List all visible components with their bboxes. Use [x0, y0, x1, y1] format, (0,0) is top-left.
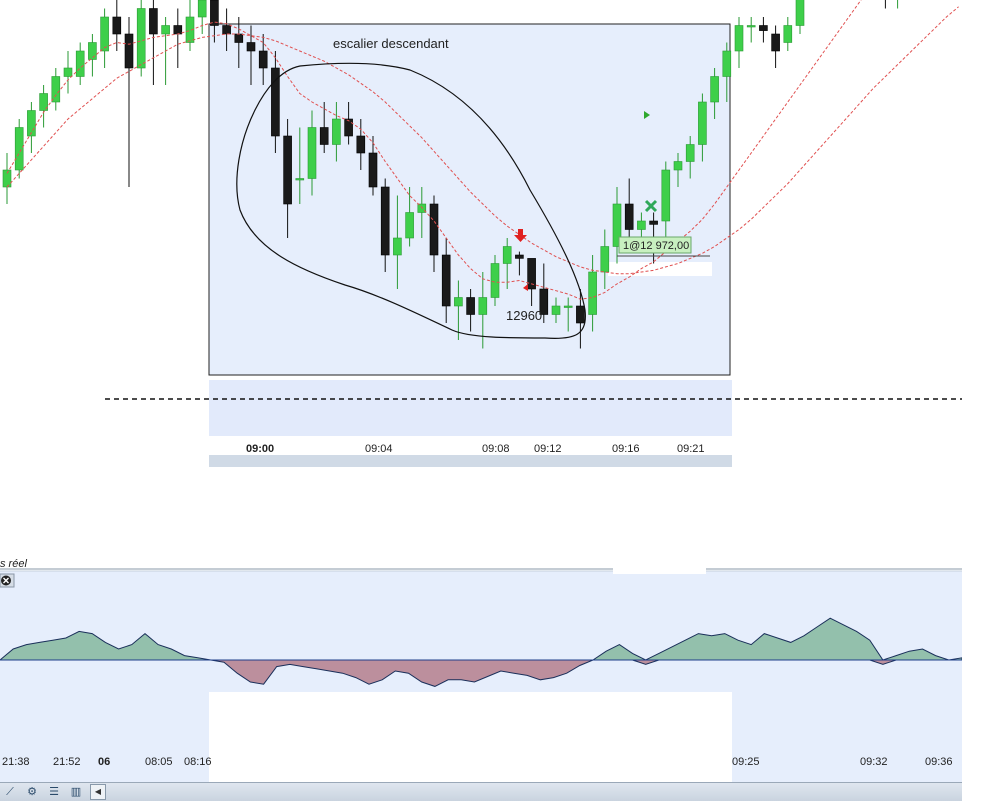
candle-bullish: [661, 169, 671, 222]
bottom-axis-tick-label: 09:25: [732, 756, 760, 768]
candle-bullish: [685, 144, 695, 162]
candle-bullish: [673, 161, 683, 171]
chart-canvas: escalier descendant 12960 1@12 972,00 09…: [0, 0, 963, 782]
candle-bullish: [88, 42, 97, 60]
annotation-price-label: 12960: [506, 308, 542, 323]
candle-bullish: [295, 178, 305, 181]
top-axis-tick-label: 09:04: [365, 443, 393, 455]
settings-icon[interactable]: ⚙: [24, 785, 40, 799]
bottom-axis-tick-label: 09:32: [860, 756, 888, 768]
chart-toolbar: ⟋ ⚙ ☰ ▥ ◀: [0, 782, 964, 801]
candle-bearish: [112, 16, 122, 35]
candle-bearish: [515, 254, 524, 259]
panel-lower-band: [209, 380, 732, 436]
bottom-axis-tick-label: 08:16: [184, 756, 212, 768]
candle-bullish: [393, 237, 402, 256]
candle-bullish: [332, 118, 341, 145]
candle-bearish: [234, 33, 244, 43]
candle-bullish: [502, 246, 512, 264]
candle-bullish: [63, 67, 73, 77]
bars-icon[interactable]: ▥: [68, 785, 84, 799]
bottom-axis-tick-label: 21:38: [2, 756, 30, 768]
candle-bullish: [454, 297, 463, 307]
candle-bullish: [136, 8, 146, 69]
order-tag-label: 1@12 972,00: [623, 240, 689, 252]
candle-bearish: [173, 25, 183, 35]
top-axis-tick-label: 09:12: [534, 443, 562, 455]
candle-bullish: [551, 305, 561, 315]
line-tool-icon[interactable]: ⟋: [2, 785, 18, 799]
candle-bullish: [734, 25, 744, 52]
candle-bullish: [14, 127, 24, 171]
candle-bearish: [649, 220, 658, 225]
candle-bearish: [344, 118, 353, 137]
candle-bearish: [283, 135, 292, 205]
candle-bullish: [405, 212, 414, 239]
bottom-axis-tick-label: 08:05: [145, 756, 173, 768]
candle-bullish: [161, 25, 170, 35]
bottom-axis-tick-label: 09:36: [925, 756, 953, 768]
candle-bullish: [51, 76, 61, 103]
candle-bearish: [759, 25, 768, 31]
candle-bullish: [795, 0, 805, 26]
candle-bearish: [246, 42, 256, 52]
candle-bullish: [197, 0, 207, 18]
candle-bullish: [783, 25, 793, 43]
candle-bearish: [624, 203, 634, 230]
blank-area-top: [210, 470, 723, 548]
candle-bearish: [124, 33, 134, 69]
candle-bearish: [258, 50, 268, 69]
bottom-axis-tick-label: 21:52: [53, 756, 81, 768]
candle-bullish: [307, 127, 317, 179]
blank-area-mid: [613, 552, 706, 574]
candle-bullish: [746, 25, 756, 28]
candle-bearish: [380, 186, 390, 256]
top-axis-tick-label: 09:00: [246, 443, 274, 455]
candle-bullish: [100, 16, 109, 52]
candle-bullish: [637, 220, 646, 230]
candle-bearish: [149, 8, 158, 35]
candle-bearish: [576, 305, 585, 324]
candle-bullish: [600, 246, 610, 273]
candle-bullish: [478, 297, 488, 315]
close-icon[interactable]: [0, 573, 15, 588]
candle-bullish: [722, 50, 732, 77]
top-axis-tick-label: 09:08: [482, 443, 510, 455]
candle-bullish: [710, 76, 719, 103]
right-margin: [962, 0, 1008, 804]
candle-bearish: [429, 203, 439, 256]
top-time-axis: 09:00 09:04 09:08 09:12 09:16 09:21: [246, 443, 705, 455]
candle-bullish: [563, 305, 573, 308]
list-icon[interactable]: ☰: [46, 785, 62, 799]
candle-bullish: [698, 101, 707, 145]
time-axis-scrollbar[interactable]: [209, 455, 732, 467]
candle-bearish: [222, 25, 231, 35]
candle-bearish: [210, 0, 219, 26]
candle-bearish: [319, 127, 329, 145]
blank-area-bottom: [209, 692, 732, 782]
candle-bearish: [356, 135, 366, 154]
top-axis-tick-label: 09:21: [677, 443, 705, 455]
candle-bearish: [466, 297, 475, 315]
candle-bearish: [368, 152, 378, 188]
candle-bearish: [441, 254, 451, 307]
candle-bullish: [490, 263, 500, 298]
candle-bearish: [771, 33, 780, 52]
bottom-axis-tick-label: 06: [98, 756, 110, 768]
indicator-label: s réel: [0, 558, 27, 570]
top-axis-tick-label: 09:16: [612, 443, 640, 455]
candle-bullish: [75, 50, 85, 77]
scroll-left-icon[interactable]: ◀: [90, 784, 106, 800]
annotation-title: escalier descendant: [333, 36, 449, 51]
candle-bullish: [588, 271, 597, 315]
